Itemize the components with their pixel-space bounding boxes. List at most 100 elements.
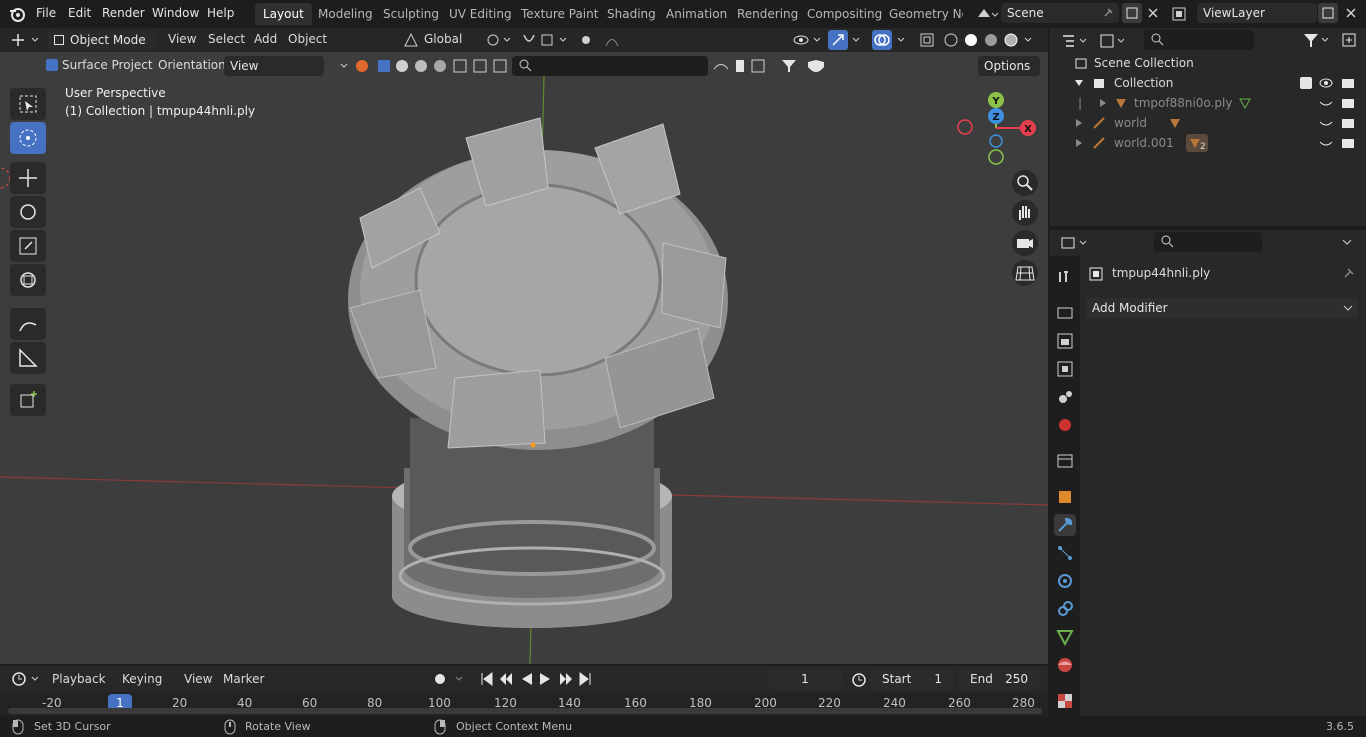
- gizmo-toggle-button[interactable]: [828, 30, 848, 50]
- play-reverse-icon[interactable]: [522, 673, 532, 685]
- tab-modeling[interactable]: Modeling: [310, 3, 381, 25]
- jump-start-icon[interactable]: [481, 672, 493, 686]
- current-frame-field[interactable]: 1: [768, 669, 842, 689]
- camera-view-button[interactable]: [1012, 230, 1038, 256]
- pivot-point-icon[interactable]: [484, 31, 516, 49]
- menu-file[interactable]: File: [36, 6, 56, 20]
- timeline-editor-icon[interactable]: [10, 670, 42, 688]
- outliner-editor-icon[interactable]: [1060, 32, 1094, 50]
- close-icon[interactable]: [1344, 6, 1358, 20]
- camera-render-icon[interactable]: [1340, 96, 1356, 110]
- rotate-tool[interactable]: [10, 196, 46, 228]
- add-modifier-dropdown[interactable]: Add Modifier: [1086, 298, 1358, 318]
- mode-dropdown[interactable]: Object Mode: [48, 30, 156, 50]
- object-tab-icon[interactable]: [1054, 486, 1076, 508]
- proportional-editing-icon[interactable]: [576, 31, 626, 49]
- annotate-tool[interactable]: [10, 308, 46, 340]
- timeline-scrollbar[interactable]: [8, 708, 1042, 714]
- menu-keying[interactable]: Keying: [122, 672, 162, 686]
- snap-icon[interactable]: [520, 31, 574, 49]
- expand-arrow-icon[interactable]: [1074, 118, 1084, 128]
- move-tool[interactable]: [10, 162, 46, 194]
- chevron-down-icon[interactable]: [1340, 235, 1354, 249]
- prev-keyframe-icon[interactable]: [500, 673, 512, 685]
- texture-tab-icon[interactable]: [1054, 690, 1076, 712]
- render-tab-icon[interactable]: [1054, 302, 1076, 324]
- add-cube-tool[interactable]: [10, 384, 46, 416]
- menu-add[interactable]: Add: [254, 32, 277, 46]
- display-mode-icon[interactable]: [1098, 32, 1132, 50]
- outliner-row-object-2[interactable]: world: [1050, 113, 1366, 133]
- material-tab-icon[interactable]: [1054, 654, 1076, 676]
- menu-playback[interactable]: Playback: [52, 672, 106, 686]
- menu-marker[interactable]: Marker: [223, 672, 264, 686]
- data-tab-icon[interactable]: [1054, 626, 1076, 648]
- jump-end-icon[interactable]: [579, 672, 591, 686]
- surface-project-checkbox[interactable]: [46, 59, 58, 71]
- outliner-search-input[interactable]: [1144, 30, 1254, 50]
- select-box-tool[interactable]: [10, 88, 46, 120]
- measure-tool[interactable]: [10, 342, 46, 374]
- menu-edit[interactable]: Edit: [68, 6, 91, 20]
- collection-tab-icon[interactable]: [1054, 450, 1076, 472]
- tab-uv-editing[interactable]: UV Editing: [441, 3, 520, 25]
- auto-keying-icon[interactable]: [430, 670, 470, 688]
- options-button[interactable]: Options: [978, 56, 1040, 76]
- outliner-row-collection[interactable]: Collection: [1050, 73, 1366, 93]
- view-layer-tab-icon[interactable]: [1054, 358, 1076, 380]
- transform-orientation-value[interactable]: Global: [424, 32, 462, 46]
- start-frame-field[interactable]: Start 1: [870, 669, 954, 689]
- eye-icon[interactable]: [1318, 76, 1334, 90]
- collection-checkbox[interactable]: [1300, 77, 1312, 89]
- orientation-dropdown[interactable]: View: [224, 56, 324, 76]
- new-view-layer-button[interactable]: [1318, 3, 1338, 23]
- menu-select[interactable]: Select: [208, 32, 245, 46]
- tab-layout[interactable]: Layout: [255, 3, 312, 25]
- wireframe-shading-icon[interactable]: [944, 33, 958, 47]
- outliner-row-object-3[interactable]: world.001 2: [1050, 133, 1366, 153]
- transform-tool[interactable]: [10, 264, 46, 296]
- toggle-perspective-button[interactable]: [1012, 260, 1038, 286]
- tab-animation[interactable]: Animation: [658, 3, 735, 25]
- eye-closed-icon[interactable]: [1318, 136, 1334, 150]
- cursor-tool[interactable]: [10, 122, 46, 154]
- new-collection-icon[interactable]: [1340, 31, 1360, 49]
- particles-tab-icon[interactable]: [1054, 542, 1076, 564]
- solid-shading-icon[interactable]: [965, 34, 977, 46]
- modifier-tab-icon[interactable]: [1054, 514, 1076, 536]
- tool-search-input[interactable]: [512, 56, 708, 76]
- tab-sculpting[interactable]: Sculpting: [375, 3, 447, 25]
- scene-icon[interactable]: [975, 5, 999, 23]
- outliner-row-scene-collection[interactable]: Scene Collection: [1050, 53, 1366, 73]
- stopwatch-icon[interactable]: [850, 670, 868, 688]
- chevron-down-icon[interactable]: [1022, 31, 1036, 49]
- tool-tab-icon[interactable]: [1054, 266, 1076, 288]
- visibility-eye-icon[interactable]: [792, 31, 826, 49]
- physics-tab-icon[interactable]: [1054, 570, 1076, 592]
- filter-icons[interactable]: [712, 57, 832, 75]
- material-shading-icon[interactable]: [985, 34, 997, 46]
- tab-geometry-nodes[interactable]: Geometry Noc: [881, 3, 963, 25]
- camera-render-icon[interactable]: [1340, 116, 1356, 130]
- expand-arrow-icon[interactable]: [1074, 78, 1084, 88]
- constraints-tab-icon[interactable]: [1054, 598, 1076, 620]
- menu-view[interactable]: View: [168, 32, 196, 46]
- menu-view[interactable]: View: [184, 672, 212, 686]
- pan-button[interactable]: [1012, 200, 1038, 226]
- eye-closed-icon[interactable]: [1318, 96, 1334, 110]
- end-frame-field[interactable]: End 250: [958, 669, 1040, 689]
- overlays-toggle-button[interactable]: [872, 30, 892, 50]
- expand-arrow-icon[interactable]: [1098, 98, 1108, 108]
- shading-modes[interactable]: [942, 31, 1022, 49]
- child-count-badge[interactable]: 2: [1186, 134, 1208, 152]
- rendered-shading-icon[interactable]: [1004, 33, 1018, 47]
- properties-editor-icon[interactable]: [1060, 234, 1094, 252]
- pin-icon[interactable]: [1340, 266, 1356, 282]
- view-layer-field[interactable]: ViewLayer: [1197, 3, 1317, 23]
- next-keyframe-icon[interactable]: [560, 673, 572, 685]
- play-icon[interactable]: [540, 673, 550, 685]
- menu-object[interactable]: Object: [288, 32, 327, 46]
- camera-render-icon[interactable]: [1340, 136, 1356, 150]
- tab-rendering[interactable]: Rendering: [729, 3, 806, 25]
- scale-tool[interactable]: [10, 230, 46, 262]
